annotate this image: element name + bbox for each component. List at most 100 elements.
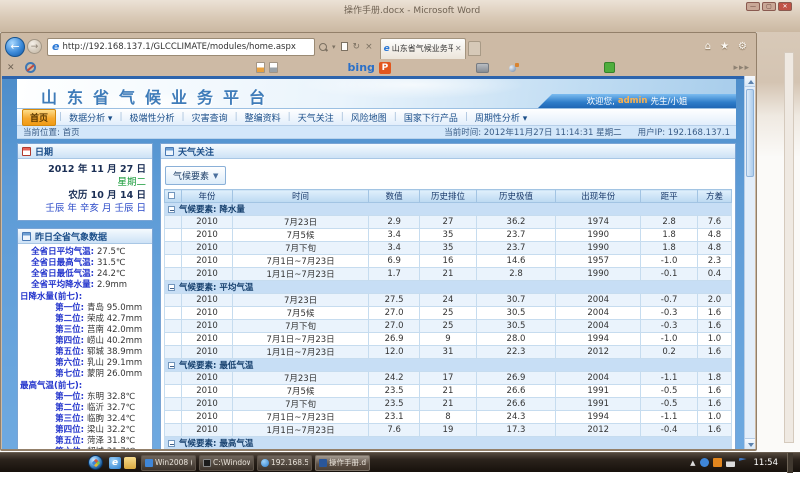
table-row[interactable]: 20107月下旬27.02530.52004-0.31.6 (165, 320, 732, 333)
table-cell: 2010 (182, 424, 233, 437)
scrollbar-up-icon[interactable] (745, 76, 755, 87)
nav-item-8[interactable]: 国家下行产品 (397, 110, 465, 125)
tray-app-icon-blue[interactable] (700, 458, 709, 467)
taskbar-button-4[interactable]: 操作手册.docx ... (315, 455, 370, 471)
collapse-icon[interactable] (168, 284, 175, 291)
table-cell: -1.0 (641, 255, 698, 268)
back-button[interactable]: ← (5, 37, 25, 57)
nav-item-1[interactable]: 首页 (22, 109, 56, 126)
table-cell: 2010 (182, 307, 233, 320)
word-minimize-button[interactable]: — (746, 2, 760, 11)
home-icon[interactable]: ⌂ (705, 41, 711, 52)
bing-logo[interactable]: bing (348, 61, 375, 74)
table-cell: 1月1日~7月23日 (233, 268, 369, 281)
media-icon[interactable] (476, 63, 489, 73)
nav-item-3[interactable]: 极端性分析 (123, 110, 182, 125)
card-icon-orange[interactable] (256, 62, 265, 73)
forward-button[interactable]: → (27, 39, 42, 54)
table-row[interactable]: 20107月23日24.21726.92004-1.11.8 (165, 372, 732, 385)
nav-item-6[interactable]: 天气关注 (291, 110, 341, 125)
table-cell: 1.8 (641, 229, 698, 242)
addon-logo-icon[interactable] (25, 62, 36, 73)
table-row[interactable]: 20107月1日~7月23日26.9928.01994-1.01.0 (165, 333, 732, 346)
table-row[interactable]: 20101月1日~7月23日7.61917.32012-0.41.6 (165, 424, 732, 437)
plugin-puzzle-icon[interactable] (604, 62, 615, 73)
action-center-flag-icon[interactable] (739, 458, 747, 468)
table-row[interactable]: 20107月5候27.02530.52004-0.31.6 (165, 307, 732, 320)
table-group-row[interactable]: 气候要素: 平均气温 (165, 281, 732, 294)
refresh-icon[interactable]: ↻ (353, 42, 361, 52)
table-cell: 2010 (182, 268, 233, 281)
settings-gear-icon[interactable]: ⚙ (738, 41, 747, 52)
nav-item-4[interactable]: 灾害查询 (185, 110, 235, 125)
scrollbar-down-icon[interactable] (745, 438, 755, 449)
weather-line-label: 第四位: (54, 336, 84, 347)
table-cell: 1994 (556, 333, 641, 346)
climate-element-button[interactable]: 气候要素 ▼ (165, 166, 226, 185)
search-icon[interactable] (319, 43, 327, 51)
taskbar-folder-icon[interactable] (124, 457, 136, 469)
nav-item-9[interactable]: 周期性分析 ▾ (468, 110, 534, 125)
favorites-star-icon[interactable]: ★ (720, 41, 729, 52)
table-row[interactable]: 20107月下旬23.52126.61991-0.51.6 (165, 398, 732, 411)
start-button[interactable] (88, 455, 103, 470)
network-icon[interactable] (726, 458, 735, 467)
welcome-suffix: 先生/小姐 (650, 95, 687, 107)
tab-close-icon[interactable]: ✕ (455, 44, 462, 53)
bing-app-icon[interactable]: P (379, 62, 391, 74)
address-bar[interactable]: e http://192.168.137.1/GLCCLIMATE/module… (47, 38, 315, 56)
collapse-icon[interactable] (168, 440, 175, 447)
weather-line-value: 郓城 38.9mm (87, 347, 142, 358)
page-scrollbar[interactable] (744, 76, 755, 449)
addon-bar-close-icon[interactable]: ✕ (7, 63, 15, 73)
addon-more-icon[interactable]: ▸▸▸ (733, 63, 750, 73)
weather-line-label: 第三位: (54, 414, 84, 425)
table-row[interactable]: 20107月23日2.92736.219742.87.6 (165, 216, 732, 229)
stop-icon[interactable]: × (365, 42, 373, 52)
table-row[interactable]: 20107月5候23.52126.61991-0.51.6 (165, 385, 732, 398)
taskbar-button-3[interactable]: 192.168.59.99... (257, 455, 312, 471)
scrollbar-thumb[interactable] (746, 89, 754, 177)
header-checkbox[interactable] (168, 192, 175, 199)
taskbar-button-1[interactable]: Win2008 (VS2... (141, 455, 196, 471)
new-tab-button[interactable] (468, 41, 481, 56)
nav-item-7[interactable]: 风险地图 (344, 110, 394, 125)
word-close-button[interactable]: ✕ (778, 2, 792, 11)
sidebar: 日期 2012 年 11 月 27 日星期二农历 10 月 14 日壬辰 年 辛… (17, 143, 153, 449)
card-icon-gray[interactable] (269, 62, 278, 73)
taskbar-ie-icon[interactable]: e (109, 457, 121, 469)
url-text[interactable]: http://192.168.137.1/GLCCLIMATE/modules/… (62, 42, 295, 52)
table-cell: 2012 (556, 346, 641, 359)
hidden-icons-chevron[interactable]: ▲ (690, 459, 695, 467)
table-row[interactable]: 20101月1日~7月23日1.7212.81990-0.10.4 (165, 268, 732, 281)
table-row[interactable]: 20107月1日~7月23日6.91614.61957-1.02.3 (165, 255, 732, 268)
table-row[interactable]: 20107月1日~7月23日23.1824.31994-1.11.0 (165, 411, 732, 424)
table-group-row[interactable]: 气候要素: 最高气温 (165, 437, 732, 450)
taskbar-clock[interactable]: 11:54 (754, 458, 779, 468)
table-row[interactable]: 20107月下旬3.43523.719901.84.8 (165, 242, 732, 255)
compatibility-icon[interactable] (341, 42, 348, 51)
word-maximize-button[interactable]: ▢ (762, 2, 776, 11)
table-cell: 36.2 (476, 216, 555, 229)
show-desktop-button[interactable] (787, 453, 793, 473)
browser-tab[interactable]: e 山东省气候业务平... ✕ (380, 38, 466, 59)
nav-item-2[interactable]: 数据分析 ▾ (62, 110, 119, 125)
collapse-icon[interactable] (168, 206, 175, 213)
table-cell: 30.5 (476, 307, 555, 320)
taskbar-button-2[interactable]: C:\Windows\s... (199, 455, 254, 471)
nav-item-5[interactable]: 整编资料 (238, 110, 288, 125)
table-row[interactable]: 20107月23日27.52430.72004-0.72.0 (165, 294, 732, 307)
weather-line-label: 第五位: (54, 436, 84, 447)
antenna-icon[interactable] (507, 63, 519, 73)
table-group-row[interactable]: 气候要素: 最低气温 (165, 359, 732, 372)
table-cell: 0.4 (697, 268, 731, 281)
collapse-icon[interactable] (168, 362, 175, 369)
table-cell: -1.1 (641, 372, 698, 385)
table-row[interactable]: 20107月5候3.43523.719901.84.8 (165, 229, 732, 242)
address-dropdown-icon[interactable]: ▾ (332, 43, 336, 51)
tray-app-icon-orange[interactable] (713, 458, 722, 467)
table-cell: 24.2 (369, 372, 420, 385)
table-cell: 23.1 (369, 411, 420, 424)
table-row[interactable]: 20101月1日~7月23日12.03122.320120.21.6 (165, 346, 732, 359)
table-group-row[interactable]: 气候要素: 降水量 (165, 203, 732, 216)
